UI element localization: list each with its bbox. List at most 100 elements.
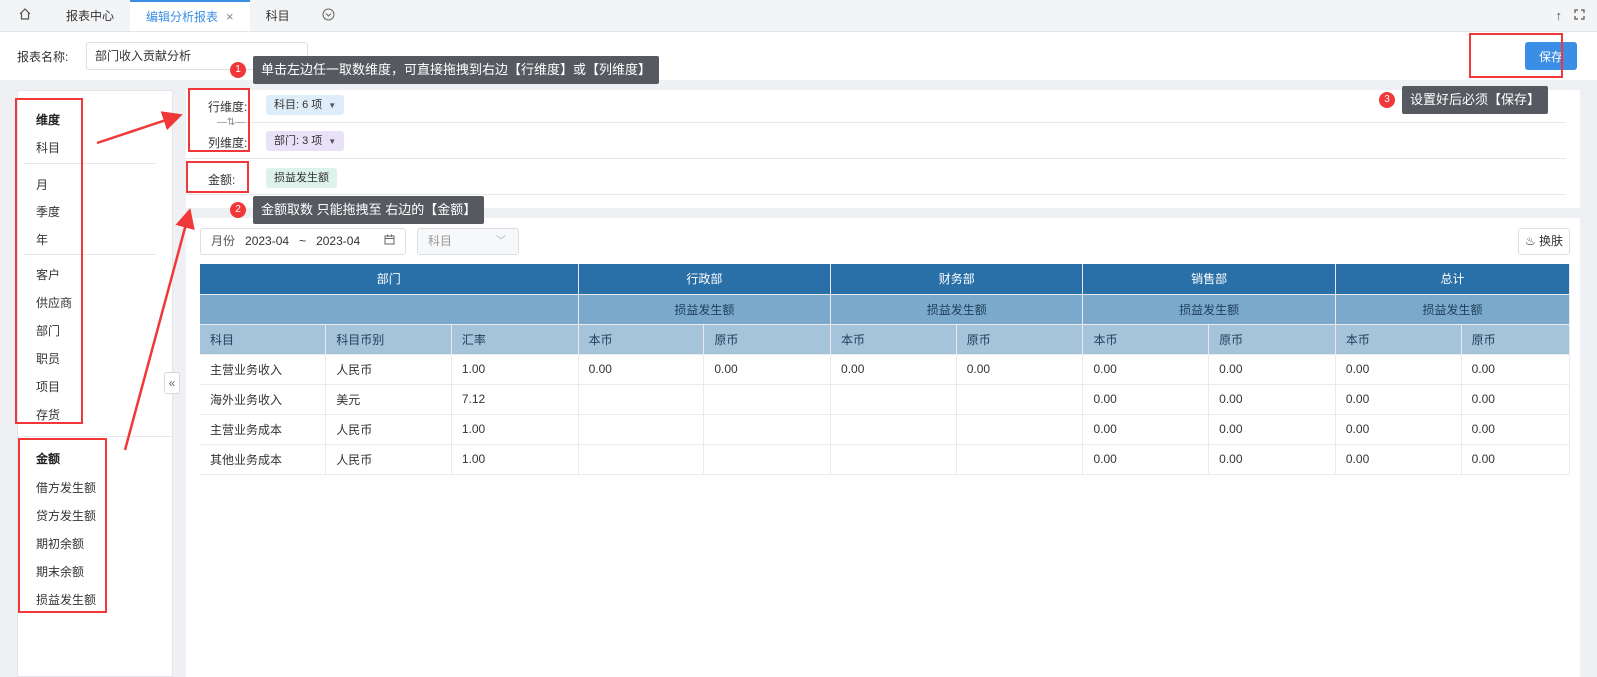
table-cell: 0.00 <box>1208 444 1336 475</box>
table-cell <box>578 414 705 445</box>
chevron-down-icon: ﹀ <box>496 236 506 247</box>
table-cell: 0.00 <box>1082 414 1210 445</box>
home-icon <box>18 7 32 24</box>
table-cell: 0.00 <box>1335 354 1462 385</box>
table-cell: 0.00 <box>830 354 957 385</box>
change-skin-button[interactable]: ♨ 换肤 <box>1518 228 1570 255</box>
tab-home[interactable] <box>0 0 50 31</box>
tab-subject[interactable]: 科目 <box>250 0 306 31</box>
tab-report-center[interactable]: 报表中心 <box>50 0 130 31</box>
column-header-local: 本币 <box>1082 324 1210 355</box>
table-cell <box>578 384 705 415</box>
annotation-box-amounts <box>18 438 107 613</box>
annotation-tip-3: 设置好后必须【保存】 <box>1402 86 1549 114</box>
table-cell: 1.00 <box>451 354 579 385</box>
divider <box>246 122 1566 123</box>
report-name-label: 报表名称: <box>17 50 69 64</box>
annotation-tip-2: 金额取数 只能拖拽至 右边的【金额】 <box>253 196 485 224</box>
header-measure: 损益发生额 <box>578 294 832 325</box>
table-row[interactable]: 主营业务收入 人民币 1.00 0.00 0.00 0.00 0.00 0.00 0.00 0.0… <box>200 354 1571 385</box>
table-cell <box>703 384 832 415</box>
row-dimension-chip[interactable]: 科目: 6 项 ▼ <box>266 95 345 115</box>
table-cell <box>830 444 957 475</box>
table-cell: 人民币 <box>325 414 452 445</box>
collapse-panel-icon[interactable]: « <box>164 372 180 394</box>
table-cell: 0.00 <box>1335 444 1462 475</box>
column-header-original: 原币 <box>1461 324 1571 355</box>
header-measure: 损益发生额 <box>830 294 1084 325</box>
chevron-down-circle-icon <box>322 8 335 24</box>
column-dimension-chip[interactable]: 部门: 3 项 ▼ <box>266 131 345 151</box>
column-header-local: 本币 <box>1335 324 1462 355</box>
column-header-local: 本币 <box>578 324 705 355</box>
column-header-original: 原币 <box>1208 324 1336 355</box>
tab-edit-analysis-report[interactable]: 编辑分析报表 × <box>130 0 250 31</box>
annotation-box-row-col-dims <box>188 88 250 152</box>
annotation-badge-2: 2 <box>230 202 246 218</box>
divider <box>186 194 1566 195</box>
annotation-box-dimensions <box>15 98 83 424</box>
caret-down-icon: ▼ <box>328 137 337 146</box>
annotation-badge-3: 3 <box>1379 92 1395 108</box>
tab-more-dropdown[interactable] <box>306 0 351 31</box>
column-header-original: 原币 <box>703 324 832 355</box>
skin-icon: ♨ <box>1524 234 1536 248</box>
dimension-config-panel: 行维度: 科目: 6 项 ▼ —⇅— 列维度: 部门: 3 项 ▼ 金额: 损益发生… <box>186 90 1580 208</box>
table-cell: 人民币 <box>325 444 452 475</box>
table-cell: 0.00 <box>1208 354 1336 385</box>
table-cell: 主营业务收入 <box>200 354 327 385</box>
table-cell: 其他业务成本 <box>200 444 327 475</box>
table-cell <box>956 444 1084 475</box>
close-icon[interactable]: × <box>226 9 234 24</box>
annotation-badge-1: 1 <box>230 62 246 78</box>
table-cell: 0.00 <box>1335 414 1462 445</box>
table-cell: 0.00 <box>1461 414 1571 445</box>
column-header-rate: 汇率 <box>451 324 579 355</box>
header-blank <box>200 294 579 325</box>
table-cell <box>830 414 957 445</box>
table-cell: 0.00 <box>956 354 1084 385</box>
header-measure: 损益发生额 <box>1082 294 1336 325</box>
header-measure: 损益发生额 <box>1335 294 1571 325</box>
table-cell: 0.00 <box>1461 384 1571 415</box>
annotation-box-amount-target <box>186 161 249 193</box>
divider <box>186 158 1566 159</box>
column-header-original: 原币 <box>956 324 1084 355</box>
table-cell <box>703 444 832 475</box>
table-row[interactable]: 主营业务成本 人民币 1.00 0.00 0.00 0.00 0.00 <box>200 414 1571 445</box>
table-cell: 0.00 <box>1461 354 1571 385</box>
month-range-picker[interactable]: 月份 2023-04 ~2023-04 <box>200 228 406 255</box>
header-sales-dept: 销售部 <box>1082 264 1336 295</box>
header-department: 部门 <box>200 264 579 295</box>
tab-bar: 报表中心 编辑分析报表 × 科目 ↑ <box>0 0 1597 32</box>
table-cell: 0.00 <box>578 354 705 385</box>
annotation-tip-1: 单击左边任一取数维度，可直接拖拽到右边【行维度】或【列维度】 <box>253 56 660 84</box>
table-row[interactable]: 海外业务收入 美元 7.12 0.00 0.00 0.00 0.00 <box>200 384 1571 415</box>
table-cell: 0.00 <box>703 354 832 385</box>
table-cell: 人民币 <box>325 354 452 385</box>
table-cell: 1.00 <box>451 414 579 445</box>
table-cell <box>578 444 705 475</box>
table-cell: 7.12 <box>451 384 579 415</box>
table-cell <box>703 414 832 445</box>
table-cell <box>956 414 1084 445</box>
column-header-subject: 科目 <box>200 324 327 355</box>
report-table: 部门 行政部 财务部 销售部 总计 损益发生额 损益发生额 损益发生额 损益发生… <box>200 264 1571 475</box>
column-header-local: 本币 <box>830 324 957 355</box>
table-cell: 0.00 <box>1461 444 1571 475</box>
table-cell <box>956 384 1084 415</box>
subject-select[interactable]: 科目 ﹀ <box>417 228 519 255</box>
table-cell: 0.00 <box>1208 414 1336 445</box>
table-cell: 主营业务成本 <box>200 414 327 445</box>
table-row[interactable]: 其他业务成本 人民币 1.00 0.00 0.00 0.00 0.00 <box>200 444 1571 475</box>
amount-chip[interactable]: 损益发生额 <box>266 168 337 188</box>
report-preview-panel: 月份 2023-04 ~2023-04 科目 ﹀ ♨ 换肤 部门 行政部 财务部 销… <box>186 218 1580 677</box>
table-cell: 1.00 <box>451 444 579 475</box>
header-total: 总计 <box>1335 264 1571 295</box>
fullscreen-icon[interactable] <box>1574 8 1585 23</box>
arrow-up-icon[interactable]: ↑ <box>1556 8 1563 23</box>
table-cell: 美元 <box>325 384 452 415</box>
table-cell: 0.00 <box>1335 384 1462 415</box>
caret-down-icon: ▼ <box>328 101 337 110</box>
table-cell: 0.00 <box>1082 384 1210 415</box>
